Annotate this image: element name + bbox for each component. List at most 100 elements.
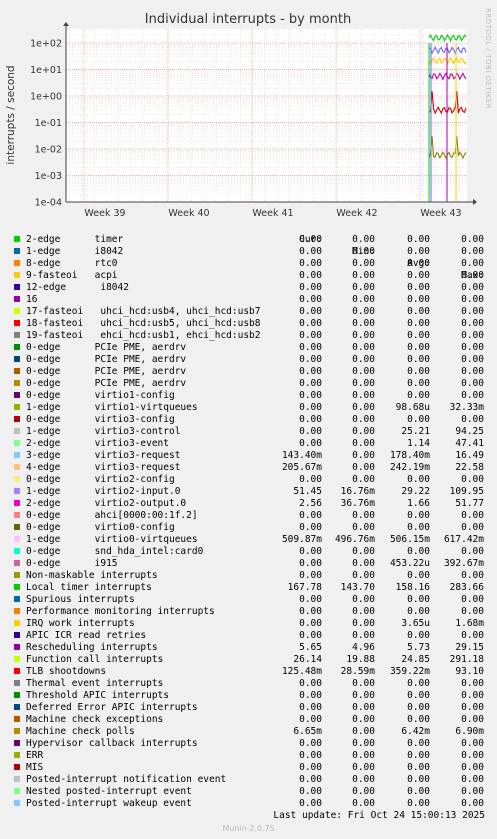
legend-label: 0-edge i915 bbox=[26, 558, 118, 569]
legend-avg-value: 0.00 bbox=[407, 690, 430, 701]
legend-avg-value: 242.19m bbox=[389, 462, 430, 473]
legend-min-value: 0.00 bbox=[352, 594, 375, 605]
legend-max-value: 0.00 bbox=[461, 330, 484, 341]
legend-row: 1-edge i8042 0.00 0.00 0.00 0.00 bbox=[0, 246, 497, 258]
legend-max-value: 32.33m bbox=[449, 402, 484, 413]
legend-label: 1-edge virtio1-virtqueues bbox=[26, 402, 198, 413]
legend-cur-value: 0.00 bbox=[299, 354, 322, 365]
legend-label: 4-edge virtio3-request bbox=[26, 462, 181, 473]
legend-row: 12-edge i8042 0.00 0.00 0.00 0.00 bbox=[0, 282, 497, 294]
legend-max-value: 0.00 bbox=[461, 294, 484, 305]
legend-avg-value: 98.68u bbox=[395, 402, 430, 413]
legend-row: ERR 0.00 0.00 0.00 0.00 bbox=[0, 750, 497, 762]
legend-swatch bbox=[14, 668, 20, 674]
legend-cur-value: 0.00 bbox=[299, 786, 322, 797]
y-tick-label: 1e-04 bbox=[35, 198, 62, 209]
legend-swatch bbox=[14, 308, 20, 314]
legend-row: Function call interrupts 26.14 19.88 24.85 2… bbox=[0, 654, 497, 666]
legend-avg-value: 158.16 bbox=[395, 582, 430, 593]
legend-avg-value: 0.00 bbox=[407, 546, 430, 557]
legend-avg-value: 0.00 bbox=[407, 270, 430, 281]
legend-row: 16 0.00 0.00 0.00 0.00 bbox=[0, 294, 497, 306]
legend-max-value: 0.00 bbox=[461, 390, 484, 401]
legend-cur-value: 0.00 bbox=[299, 714, 322, 725]
legend-row: 19-fasteoi ehci_hcd:usb1, ehci_hcd:usb2 0… bbox=[0, 330, 497, 342]
legend-avg-value: 453.22u bbox=[389, 558, 430, 569]
legend-avg-value: 0.00 bbox=[407, 786, 430, 797]
legend-cur-value: 0.00 bbox=[299, 246, 322, 257]
legend-avg-value: 0.00 bbox=[407, 630, 430, 641]
legend-row: 1-edge virtio1-virtqueues 0.00 0.00 98.68u 3… bbox=[0, 402, 497, 414]
legend-row: APIC ICR read retries 0.00 0.00 0.00 0.00 bbox=[0, 630, 497, 642]
legend-max-value: 283.66 bbox=[449, 582, 484, 593]
legend-swatch bbox=[14, 656, 20, 662]
legend-avg-value: 0.00 bbox=[407, 570, 430, 581]
legend-max-value: 0.00 bbox=[461, 366, 484, 377]
legend-max-value: 0.00 bbox=[461, 606, 484, 617]
legend-row: 1-edge virtio0-virtqueues 509.87m 496.76m 5… bbox=[0, 534, 497, 546]
legend-swatch bbox=[14, 692, 20, 698]
x-tick-label: Week 39 bbox=[84, 208, 125, 219]
legend-min-value: 0.00 bbox=[352, 738, 375, 749]
legend-cur-value: 0.00 bbox=[299, 762, 322, 773]
legend-swatch bbox=[14, 716, 20, 722]
legend-label: Rescheduling interrupts bbox=[26, 642, 158, 653]
legend-cur-value: 0.00 bbox=[299, 798, 322, 809]
legend-min-value: 0.00 bbox=[352, 546, 375, 557]
legend-avg-value: 359.22m bbox=[389, 666, 430, 677]
x-tick-label: Week 42 bbox=[336, 208, 377, 219]
legend-label: 0-edge virtio0-config bbox=[26, 522, 175, 533]
legend-avg-value: 1.66 bbox=[407, 498, 430, 509]
legend-row: TLB shootdowns 125.48m 28.59m 359.22m 93.10 bbox=[0, 666, 497, 678]
legend-max-value: 0.00 bbox=[461, 594, 484, 605]
legend-avg-value: 0.00 bbox=[407, 798, 430, 809]
legend-row: Nested posted-interrupt event 0.00 0.00 0.0… bbox=[0, 786, 497, 798]
legend-row: Spurious interrupts 0.00 0.00 0.00 0.00 bbox=[0, 594, 497, 606]
legend-label: Function call interrupts bbox=[26, 654, 164, 665]
legend-row: 8-edge rtc0 0.00 0.00 0.00 0.00 bbox=[0, 258, 497, 270]
legend-max-value: 0.00 bbox=[461, 270, 484, 281]
legend-avg-value: 29.22 bbox=[401, 486, 430, 497]
legend-cur-value: 0.00 bbox=[299, 282, 322, 293]
legend-swatch bbox=[14, 500, 20, 506]
legend-swatch bbox=[14, 344, 20, 350]
legend-swatch bbox=[14, 752, 20, 758]
legend-cur-value: 0.00 bbox=[299, 738, 322, 749]
legend-row: 0-edge snd_hda_intel:card0 0.00 0.00 0.00 0.… bbox=[0, 546, 497, 558]
legend-label: 0-edge virtio1-config bbox=[26, 390, 175, 401]
legend-row: 0-edge ahci[0000:00:1f.2] 0.00 0.00 0.00 0.0… bbox=[0, 510, 497, 522]
legend-swatch bbox=[14, 584, 20, 590]
legend-avg-value: 0.00 bbox=[407, 522, 430, 533]
legend-row: 0-edge PCIe PME, aerdrv 0.00 0.00 0.00 0.00 bbox=[0, 354, 497, 366]
legend-cur-value: 0.00 bbox=[299, 678, 322, 689]
legend-row: 2-edge virtio3-event 0.00 0.00 1.14 47.41 bbox=[0, 438, 497, 450]
legend-row: 0-edge i915 0.00 0.00 453.22u 392.67m bbox=[0, 558, 497, 570]
x-tick-label: Week 41 bbox=[252, 208, 293, 219]
legend-row: 18-fasteoi uhci_hcd:usb5, uhci_hcd:usb8 0… bbox=[0, 318, 497, 330]
legend-max-value: 0.00 bbox=[461, 234, 484, 245]
legend-cur-value: 0.00 bbox=[299, 258, 322, 269]
legend-cur-value: 51.45 bbox=[293, 486, 322, 497]
legend-row: 0-edge virtio0-config 0.00 0.00 0.00 0.00 bbox=[0, 522, 497, 534]
legend-swatch bbox=[14, 260, 20, 266]
legend-min-value: 0.00 bbox=[352, 798, 375, 809]
legend-avg-value: 0.00 bbox=[407, 330, 430, 341]
legend-label: Nested posted-interrupt event bbox=[26, 786, 192, 797]
legend-label: 16 bbox=[26, 294, 38, 305]
legend-swatch bbox=[14, 644, 20, 650]
legend-max-value: 0.00 bbox=[461, 702, 484, 713]
legend-row: MIS 0.00 0.00 0.00 0.00 bbox=[0, 762, 497, 774]
legend-label: 9-fasteoi acpi bbox=[26, 270, 118, 281]
legend-avg-value: 0.00 bbox=[407, 510, 430, 521]
legend-avg-value: 0.00 bbox=[407, 678, 430, 689]
legend-max-value: 0.00 bbox=[461, 546, 484, 557]
legend-label: 17-fasteoi uhci_hcd:usb4, uhci_hcd:usb7 bbox=[26, 306, 261, 317]
legend-label: 18-fasteoi uhci_hcd:usb5, uhci_hcd:usb8 bbox=[26, 318, 261, 329]
legend-row: 0-edge virtio2-config 0.00 0.00 0.00 0.00 bbox=[0, 474, 497, 486]
y-tick-label: 1e+00 bbox=[30, 92, 62, 103]
legend-label: 0-edge virtio3-config bbox=[26, 414, 175, 425]
legend-min-value: 0.00 bbox=[352, 318, 375, 329]
legend-min-value: 0.00 bbox=[352, 750, 375, 761]
y-tick-label: 1e-03 bbox=[35, 171, 62, 182]
legend-cur-value: 125.48m bbox=[281, 666, 322, 677]
